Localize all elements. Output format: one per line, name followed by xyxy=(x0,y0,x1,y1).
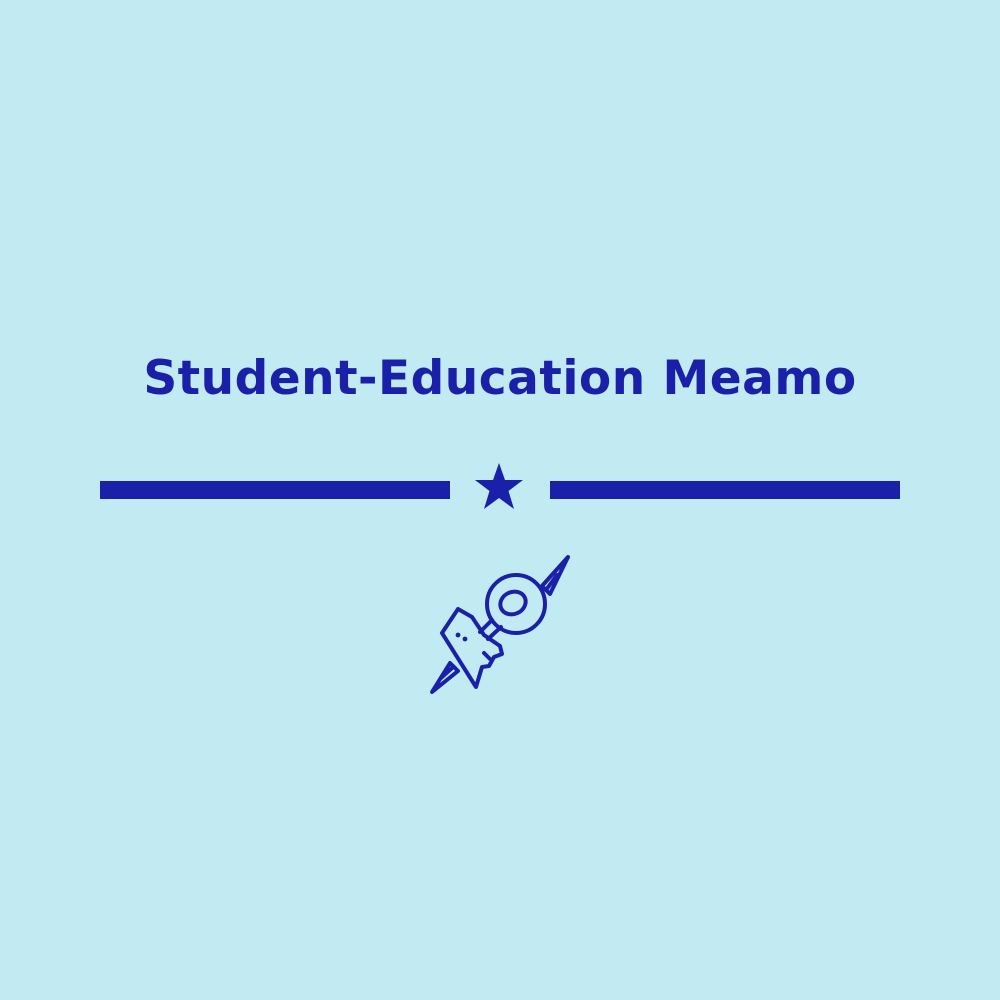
brand-title: Student-Education Meamo xyxy=(143,351,857,406)
divider-line-left xyxy=(100,481,450,499)
divider-line-right xyxy=(550,481,900,499)
logo-canvas: { "title": "Student-Education Meamo", "c… xyxy=(0,0,1000,1000)
star-icon xyxy=(475,463,523,509)
pen-key-emblem-icon xyxy=(430,555,570,694)
